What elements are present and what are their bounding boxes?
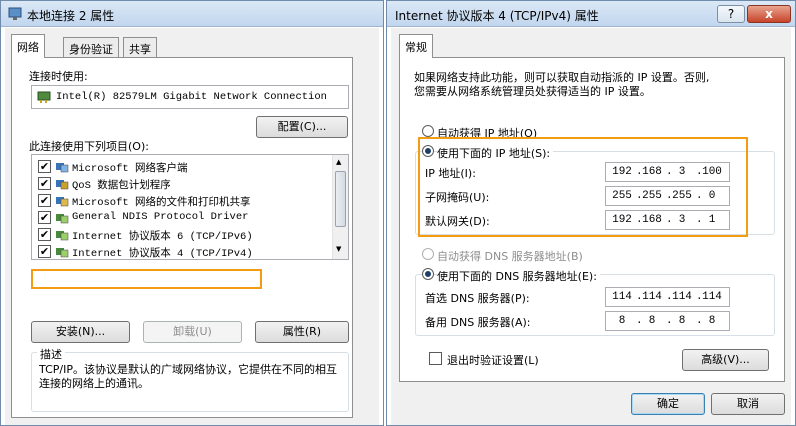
network-adapter-icon [8, 7, 22, 20]
component-checkbox[interactable]: ✔ [38, 211, 51, 224]
right-client-area: 常规 如果网络支持此功能，则可以获取自动指派的 IP 设置。否则, 您需要从网络… [391, 28, 791, 425]
manual-ip-highlight [418, 137, 748, 237]
left-client-area: 网络 身份验证 共享 连接时使用: Intel(R) 82579LM Gigab… [5, 28, 379, 425]
cancel-button[interactable]: 取消 [711, 393, 785, 415]
tab-network-label: 网络 [17, 41, 39, 54]
component-label: Microsoft 网络客户端 [72, 163, 188, 175]
tab-general[interactable]: 常规 [399, 34, 433, 58]
qos-icon [56, 180, 69, 190]
close-button[interactable]: x [747, 5, 791, 23]
components-list[interactable]: ✔ Microsoft 网络客户端 ✔ QoS 数据包计划程序 ✔ Microsoft 网… [31, 154, 349, 260]
component-label: General NDIS Protocol Driver [72, 211, 249, 223]
component-checkbox[interactable]: ✔ [38, 245, 51, 258]
auto-ip-radio[interactable] [422, 125, 434, 137]
left-properties-window: 本地连接 2 属性 网络 身份验证 共享 连接时使用: Intel(R) 825… [0, 0, 384, 426]
component-label: QoS 数据包计划程序 [72, 180, 171, 192]
auto-dns-label: 自动获得 DNS 服务器地址(B) [437, 250, 583, 263]
ipv4-item-highlight [31, 269, 262, 289]
component-item[interactable]: ✔ Microsoft 网络的文件和打印机共享 [32, 193, 332, 209]
right-window-title: Internet 协议版本 4 (TCP/IPv4) 属性 [395, 9, 599, 23]
tab-sharing[interactable]: 共享 [123, 37, 157, 57]
ipv4-properties-window: Internet 协议版本 4 (TCP/IPv4) 属性 ? x 常规 如果网… [386, 0, 796, 426]
preferred-dns-input[interactable]: 114. 114. 114. 114 [605, 287, 730, 307]
tab-general-label: 常规 [405, 41, 427, 54]
help-button[interactable]: ? [717, 5, 745, 23]
preferred-dns-label: 首选 DNS 服务器(P): [425, 292, 530, 305]
component-checkbox[interactable]: ✔ [38, 194, 51, 207]
manual-dns-radio[interactable] [422, 268, 434, 280]
protocol-icon [56, 231, 69, 241]
component-checkbox[interactable]: ✔ [38, 228, 51, 241]
intro-line-2: 您需要从网络系统管理员处获得适当的 IP 设置。 [414, 85, 651, 98]
items-label: 此连接使用下列项目(O): [29, 140, 149, 153]
install-button[interactable]: 安装(N)... [31, 321, 130, 343]
configure-button[interactable]: 配置(C)... [256, 116, 348, 138]
network-tab-panel: 连接时使用: Intel(R) 82579LM Gigabit Network … [11, 57, 353, 418]
validate-checkbox[interactable] [429, 352, 442, 365]
component-item[interactable]: ✔ Internet 协议版本 6 (TCP/IPv6) [32, 227, 332, 243]
uninstall-button: 卸载(U) [143, 321, 242, 343]
adns-octet-1: 8 [618, 315, 626, 327]
file-sharing-icon [56, 197, 69, 207]
tab-network[interactable]: 网络 [11, 34, 45, 58]
left-window-title: 本地连接 2 属性 [27, 9, 115, 23]
component-item[interactable]: ✔ General NDIS Protocol Driver [32, 210, 332, 226]
pdns-octet-4: 114 [702, 291, 722, 303]
component-checkbox[interactable]: ✔ [38, 160, 51, 173]
adapter-name: Intel(R) 82579LM Gigabit Network Connect… [56, 91, 327, 103]
advanced-button[interactable]: 高级(V)... [682, 349, 769, 371]
list-scrollbar[interactable]: ▲ ▼ [332, 155, 348, 259]
auto-dns-radio [422, 248, 434, 260]
pdns-octet-2: 114 [642, 291, 662, 303]
alternate-dns-input[interactable]: 8. 8. 8. 8 [605, 311, 730, 331]
alternate-dns-label: 备用 DNS 服务器(A): [425, 316, 531, 329]
protocol-icon [56, 248, 69, 258]
pdns-octet-3: 114 [672, 291, 692, 303]
properties-button[interactable]: 属性(R) [255, 321, 349, 343]
component-item[interactable]: ✔ Microsoft 网络客户端 [32, 159, 332, 175]
component-label: Internet 协议版本 4 (TCP/IPv4) [72, 248, 253, 260]
description-label: 描述 [37, 346, 65, 362]
network-client-icon [56, 163, 69, 173]
validate-label[interactable]: 退出时验证设置(L) [447, 352, 539, 368]
adns-octet-4: 8 [708, 315, 716, 327]
component-label: Internet 协议版本 6 (TCP/IPv6) [72, 231, 253, 243]
component-checkbox[interactable]: ✔ [38, 177, 51, 190]
manual-dns-label[interactable]: 使用下面的 DNS 服务器地址(E): [437, 268, 600, 284]
tab-authentication-label: 身份验证 [69, 43, 113, 56]
component-item[interactable]: ✔ QoS 数据包计划程序 [32, 176, 332, 192]
component-item[interactable]: ✔ Internet 协议版本 4 (TCP/IPv4) [32, 244, 332, 260]
right-titlebar[interactable]: Internet 协议版本 4 (TCP/IPv4) 属性 ? x [387, 1, 795, 27]
pdns-octet-1: 114 [612, 291, 632, 303]
component-label: Microsoft 网络的文件和打印机共享 [72, 197, 251, 209]
adns-octet-3: 8 [678, 315, 686, 327]
help-icon: ? [727, 7, 735, 21]
scroll-down-arrow[interactable]: ▼ [336, 245, 341, 253]
scroll-up-arrow[interactable]: ▲ [336, 158, 341, 166]
adns-octet-2: 8 [648, 315, 656, 327]
tab-sharing-label: 共享 [129, 43, 151, 56]
adapter-field: Intel(R) 82579LM Gigabit Network Connect… [31, 85, 349, 109]
ok-button[interactable]: 确定 [631, 393, 705, 415]
close-icon: x [765, 7, 773, 21]
adapter-icon [37, 91, 51, 103]
tab-authentication[interactable]: 身份验证 [63, 37, 119, 57]
description-text: TCP/IP。该协议是默认的广域网络协议，它提供在不同的相互连接的网络上的通讯。 [39, 363, 337, 390]
scroll-thumb[interactable] [335, 171, 346, 227]
general-tab-panel: 如果网络支持此功能，则可以获取自动指派的 IP 设置。否则, 您需要从网络系统管… [399, 57, 785, 382]
protocol-icon [56, 214, 69, 224]
left-titlebar[interactable]: 本地连接 2 属性 [1, 1, 383, 27]
connect-using-label: 连接时使用: [29, 70, 88, 83]
